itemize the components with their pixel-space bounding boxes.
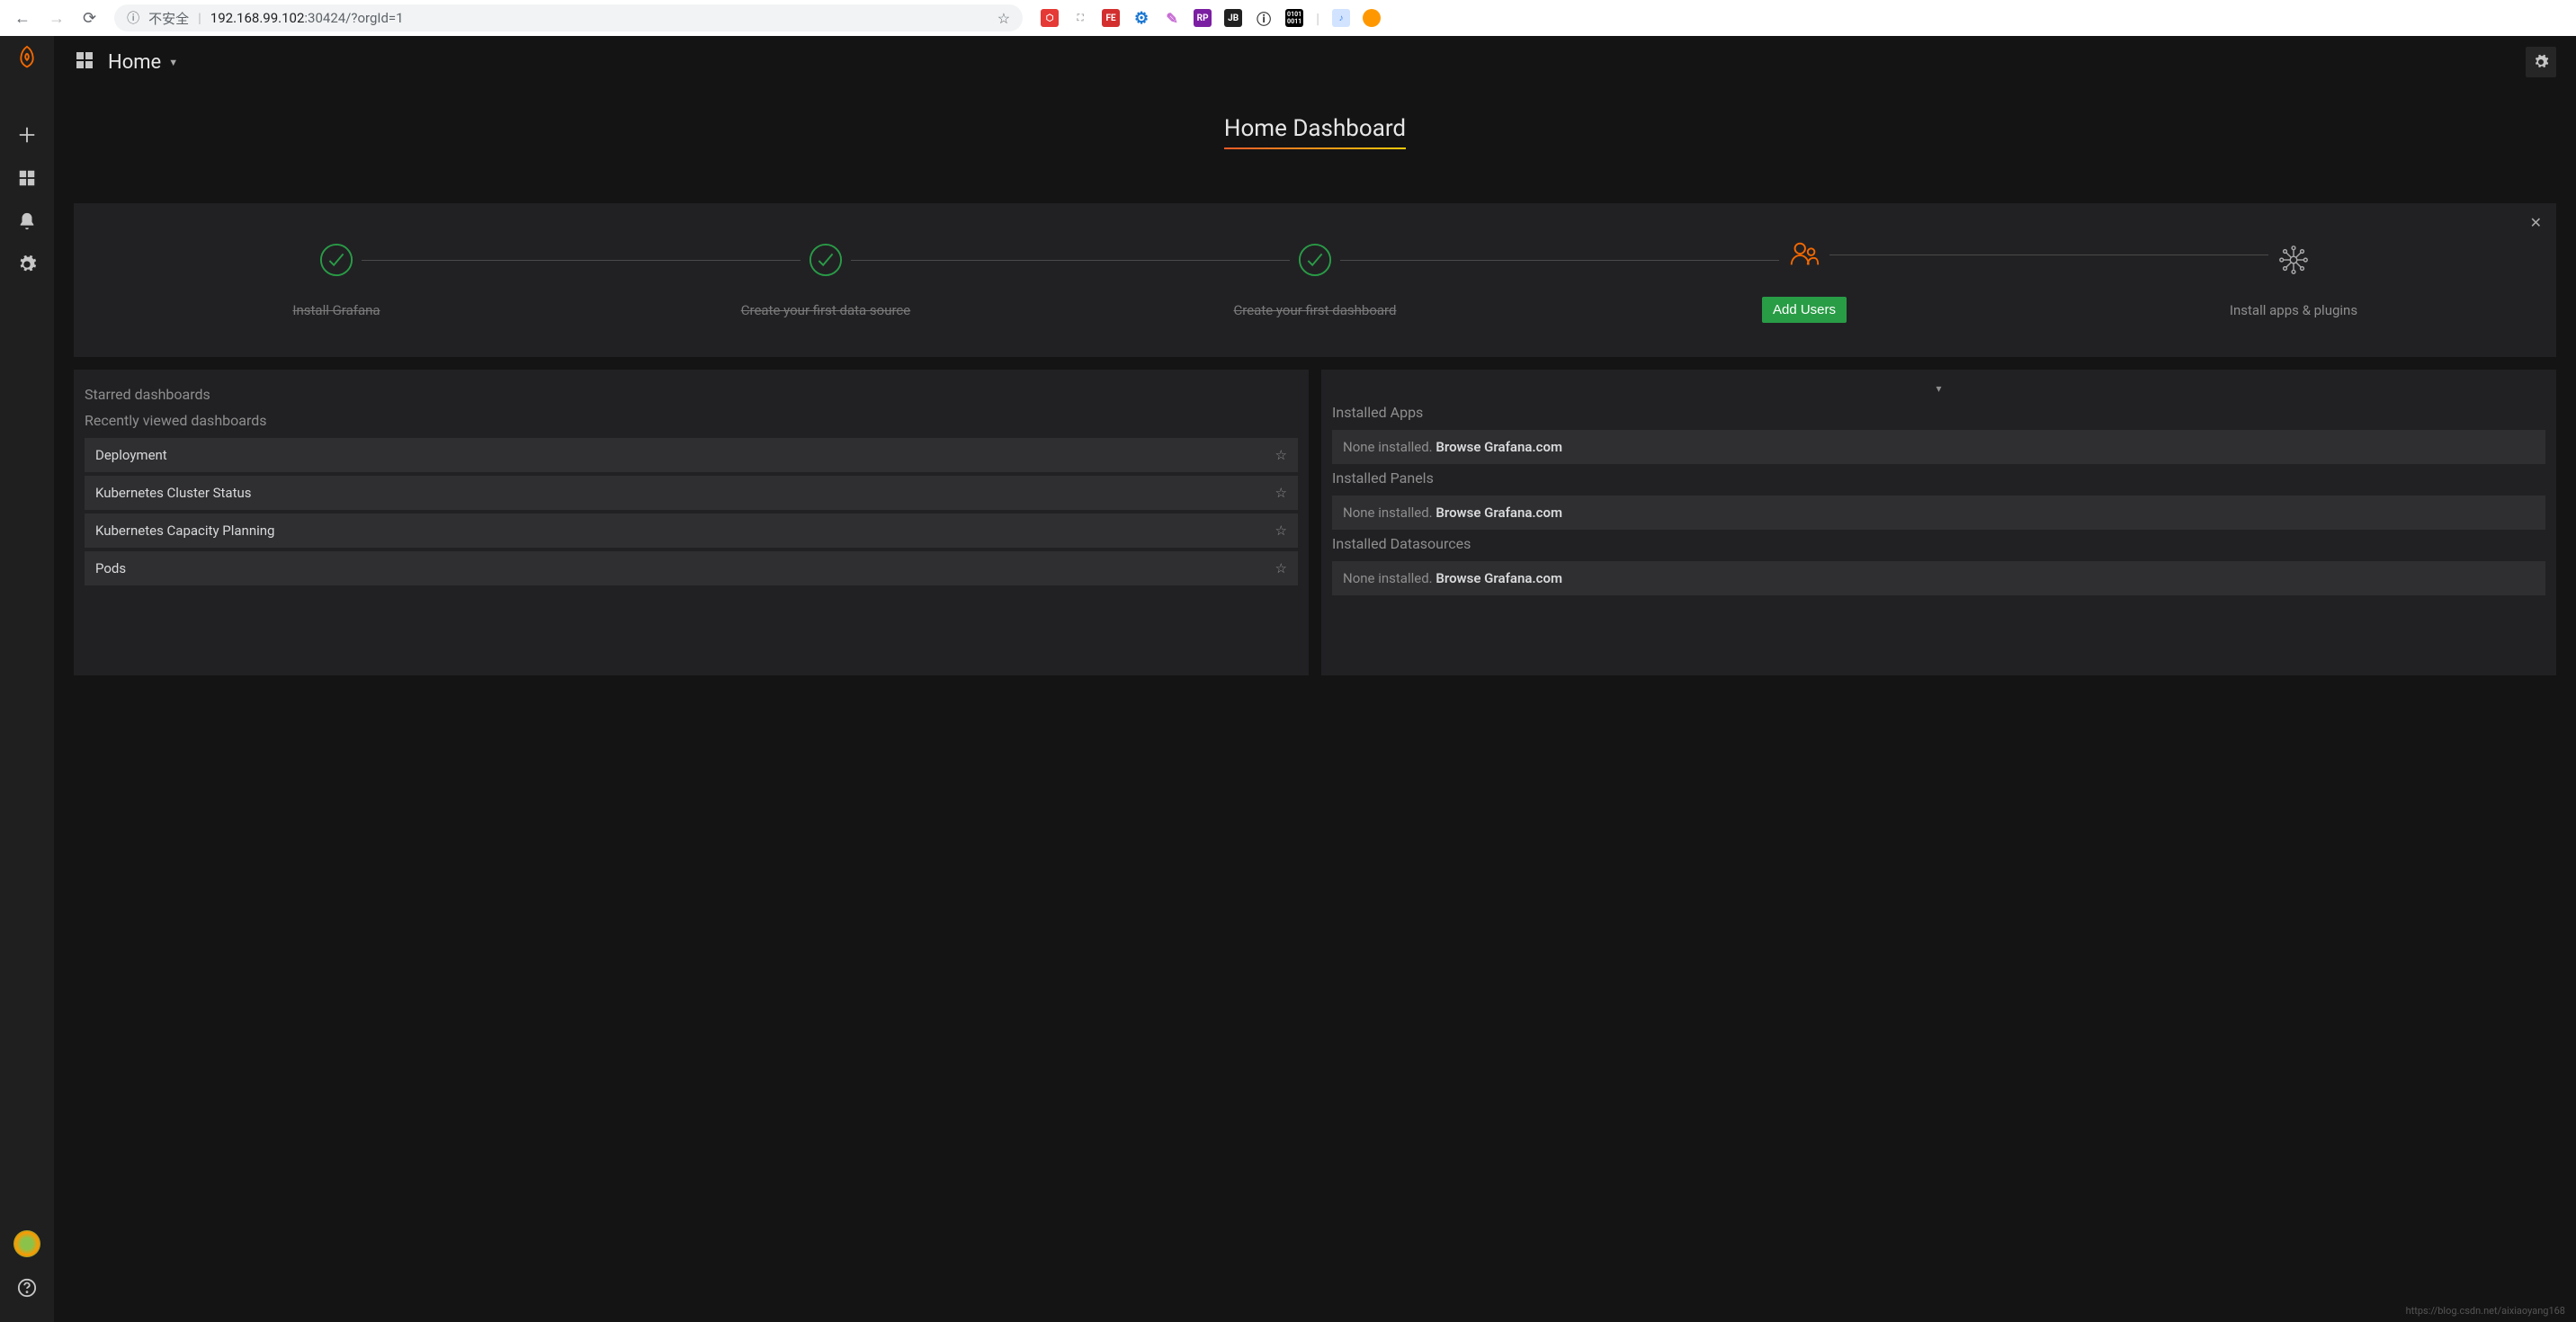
browse-link[interactable]: Browse Grafana.com	[1436, 439, 1562, 455]
ext-icon[interactable]: ✎	[1163, 9, 1181, 27]
ext-icon[interactable]: ♪	[1332, 9, 1350, 27]
dashboard-list-item[interactable]: Deployment ☆	[85, 438, 1298, 472]
alerting-icon[interactable]	[9, 203, 45, 239]
sidebar	[0, 36, 54, 1322]
star-icon[interactable]: ☆	[1275, 447, 1287, 463]
none-text: None installed.	[1343, 570, 1433, 586]
topbar: Home ▼	[54, 36, 2576, 88]
close-icon[interactable]: ✕	[2530, 214, 2542, 231]
step-label: Install Grafana	[292, 302, 380, 318]
ext-icon[interactable]: RP	[1194, 9, 1212, 27]
dashboards-icon[interactable]	[9, 160, 45, 196]
page-title-wrapper: Home Dashboard	[74, 88, 2556, 158]
ext-icon[interactable]: FE	[1102, 9, 1120, 27]
browser-extensions: ⬡ ⛶ FE ⚙ ✎ RP JB ⓘ 01010011 | ♪	[1033, 9, 1388, 27]
step-label: Create your first data source	[741, 302, 911, 318]
browse-link[interactable]: Browse Grafana.com	[1436, 505, 1562, 521]
page-title: Home Dashboard	[1224, 115, 1406, 149]
user-avatar[interactable]	[13, 1230, 40, 1257]
reload-button[interactable]: ⟳	[83, 9, 96, 28]
ext-icon[interactable]: JB	[1224, 9, 1242, 27]
step-install-grafana: Install Grafana	[92, 243, 581, 318]
browser-nav-buttons: ← → ⟳	[7, 9, 103, 28]
check-icon	[809, 243, 843, 277]
starred-heading: Starred dashboards	[85, 386, 1298, 403]
watermark: https://blog.csdn.net/aixiaoyang168	[2406, 1305, 2565, 1317]
dashboard-selector[interactable]: Home ▼	[108, 51, 178, 74]
add-users-button[interactable]: Add Users	[1762, 297, 1847, 323]
ext-icon[interactable]: ⬡	[1041, 9, 1059, 27]
installed-row: None installed. Browse Grafana.com	[1332, 496, 2545, 530]
info-icon: ⓘ	[127, 9, 139, 27]
none-text: None installed.	[1343, 439, 1433, 455]
url-unsafe-label: 不安全	[148, 9, 189, 28]
chevron-down-icon: ▼	[168, 57, 178, 68]
apps-icon	[2276, 243, 2311, 277]
create-icon[interactable]	[9, 117, 45, 153]
step-label: Create your first dashboard	[1234, 302, 1397, 318]
check-icon	[319, 243, 353, 277]
ext-icon[interactable]: 01010011	[1285, 9, 1303, 27]
url-separator: |	[198, 10, 201, 26]
dashboard-grid-icon	[74, 49, 95, 75]
dashboard-name: Deployment	[95, 447, 167, 463]
forward-button[interactable]: →	[49, 9, 65, 28]
dashboard-list-item[interactable]: Kubernetes Cluster Status ☆	[85, 476, 1298, 510]
dashboard-list-item[interactable]: Pods ☆	[85, 551, 1298, 585]
chevron-down-icon[interactable]: ▾	[1332, 382, 2545, 400]
installed-datasources-heading: Installed Datasources	[1332, 535, 2545, 552]
step-label: Install apps & plugins	[2230, 302, 2357, 318]
url-bar[interactable]: ⓘ 不安全 | 192.168.99.102:30424/?orgId=1 ☆	[114, 4, 1023, 31]
dashboard-name: Pods	[95, 560, 126, 576]
browser-chrome: ← → ⟳ ⓘ 不安全 | 192.168.99.102:30424/?orgI…	[0, 0, 2576, 36]
step-create-datasource: Create your first data source	[581, 243, 1070, 318]
step-create-dashboard: Create your first dashboard	[1070, 243, 1560, 318]
check-icon	[1298, 243, 1332, 277]
browse-link[interactable]: Browse Grafana.com	[1436, 570, 1562, 586]
ext-icon[interactable]: ⛶	[1071, 9, 1089, 27]
none-text: None installed.	[1343, 505, 1433, 521]
installed-panels-heading: Installed Panels	[1332, 469, 2545, 487]
ext-divider: |	[1316, 10, 1319, 27]
help-icon[interactable]	[9, 1270, 45, 1306]
dashboard-list-item[interactable]: Kubernetes Capacity Planning ☆	[85, 514, 1298, 548]
dashboard-name: Kubernetes Capacity Planning	[95, 523, 274, 539]
back-button[interactable]: ←	[14, 9, 31, 28]
bookmark-star-icon[interactable]: ☆	[997, 10, 1010, 27]
grafana-logo[interactable]	[13, 45, 40, 72]
dashboard-title: Home	[108, 51, 161, 74]
installed-row: None installed. Browse Grafana.com	[1332, 430, 2545, 464]
recent-heading: Recently viewed dashboards	[85, 412, 1298, 429]
getting-started-panel: ✕ Install Grafana Create your first data…	[74, 203, 2556, 357]
dashboard-settings-button[interactable]	[2526, 47, 2556, 77]
users-icon	[1787, 237, 1821, 272]
ext-icon[interactable]: ⓘ	[1255, 9, 1273, 27]
installed-apps-heading: Installed Apps	[1332, 404, 2545, 421]
ext-icon[interactable]	[1363, 9, 1381, 27]
star-icon[interactable]: ☆	[1275, 523, 1287, 539]
installed-panel: ▾ Installed Apps None installed. Browse …	[1321, 370, 2556, 675]
installed-row: None installed. Browse Grafana.com	[1332, 561, 2545, 595]
dashboards-panel: Starred dashboards Recently viewed dashb…	[74, 370, 1309, 675]
configuration-icon[interactable]	[9, 246, 45, 282]
url-text: 192.168.99.102:30424/?orgId=1	[210, 10, 404, 26]
star-icon[interactable]: ☆	[1275, 560, 1287, 576]
star-icon[interactable]: ☆	[1275, 485, 1287, 501]
step-install-plugins: Install apps & plugins	[2049, 243, 2538, 318]
dashboard-name: Kubernetes Cluster Status	[95, 485, 252, 501]
step-add-users: Add Users	[1560, 237, 2049, 323]
ext-icon[interactable]: ⚙	[1132, 9, 1150, 27]
